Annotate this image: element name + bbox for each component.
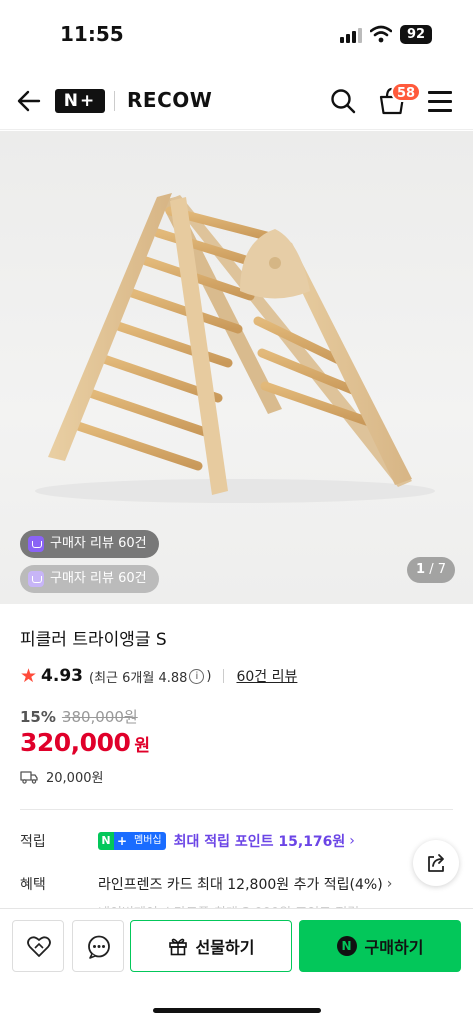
naver-pay-icon: N bbox=[336, 936, 357, 956]
rating-recent: (최근 6개월 4.88 bbox=[89, 670, 188, 686]
bottom-action-bar: 선물하기 N 구매하기 bbox=[0, 908, 473, 1024]
favorite-button[interactable] bbox=[12, 920, 64, 972]
rating-value: 4.93 bbox=[41, 666, 83, 686]
shopping-bag-icon bbox=[28, 571, 44, 587]
talk-button[interactable] bbox=[72, 920, 124, 972]
rating-divider bbox=[223, 669, 225, 683]
review-chip[interactable]: 구매자 리뷰 60건 bbox=[20, 530, 159, 558]
store-name[interactable]: RECOW bbox=[127, 88, 212, 112]
naver-plus-logo[interactable]: N+ bbox=[55, 89, 105, 113]
point-label: 적립 bbox=[20, 834, 46, 850]
shipping-row: 20,000원 bbox=[20, 767, 103, 786]
hamburger-menu-icon[interactable] bbox=[428, 90, 452, 112]
search-icon[interactable] bbox=[330, 88, 356, 114]
shopping-bag-icon bbox=[28, 536, 44, 552]
heart-icon bbox=[27, 936, 51, 957]
cart-count-badge: 58 bbox=[391, 82, 422, 102]
max-point-text[interactable]: 최대 적립 포인트 15,176원 bbox=[174, 831, 346, 851]
review-chip-label: 구매자 리뷰 60건 bbox=[50, 536, 147, 551]
star-icon: ★ bbox=[20, 665, 38, 687]
nav-bar: N+ RECOW 58 bbox=[0, 72, 473, 130]
membership-badge: N + 멤버십 bbox=[98, 832, 166, 850]
nav-divider bbox=[114, 91, 115, 111]
status-time: 11:55 bbox=[60, 22, 124, 46]
status-bar: 11:55 92 bbox=[0, 0, 473, 70]
discount-row: 15% 380,000원 bbox=[20, 706, 138, 727]
membership-n: N bbox=[98, 832, 114, 850]
gift-button[interactable]: 선물하기 bbox=[130, 920, 292, 972]
review-chip-label: 구매자 리뷰 60건 bbox=[50, 571, 147, 586]
shipping-fee: 20,000원 bbox=[46, 771, 104, 786]
buy-button[interactable]: N 구매하기 bbox=[299, 920, 461, 972]
gift-button-label: 선물하기 bbox=[195, 938, 255, 957]
back-arrow-icon[interactable] bbox=[16, 88, 42, 114]
discount-rate: 15% bbox=[20, 708, 56, 726]
image-page-indicator: 1 / 7 bbox=[407, 557, 455, 583]
share-button[interactable] bbox=[413, 840, 459, 886]
truck-icon bbox=[20, 770, 38, 784]
page-total: / 7 bbox=[429, 562, 446, 577]
benefit-label: 혜택 bbox=[20, 877, 46, 893]
signal-icon bbox=[340, 27, 362, 43]
original-price: 380,000원 bbox=[61, 708, 138, 726]
point-row[interactable]: 적립 N + 멤버십 최대 적립 포인트 15,176원 › bbox=[20, 831, 355, 851]
home-indicator bbox=[153, 1008, 321, 1013]
membership-plus: + bbox=[114, 832, 130, 850]
chevron-right-icon: › bbox=[386, 876, 393, 892]
rating-row: ★ 4.93 (최근 6개월 4.88 i ) 60건 리뷰 bbox=[20, 665, 297, 687]
price-row: 320,000 원 bbox=[20, 728, 150, 757]
membership-text: 멤버십 bbox=[130, 832, 166, 850]
product-title: 피클러 트라이앵글 S bbox=[20, 630, 167, 650]
sale-price: 320,000 bbox=[20, 728, 131, 757]
review-chip-faded[interactable]: 구매자 리뷰 60건 bbox=[20, 565, 159, 593]
buy-button-label: 구매하기 bbox=[364, 938, 424, 957]
battery-indicator: 92 bbox=[400, 25, 432, 44]
chevron-right-icon: › bbox=[349, 833, 355, 849]
product-image-carousel[interactable]: 구매자 리뷰 60건 구매자 리뷰 60건 1 / 7 bbox=[0, 131, 473, 604]
info-icon[interactable]: i bbox=[189, 668, 205, 684]
share-icon bbox=[428, 854, 444, 872]
review-count-link[interactable]: 60건 리뷰 bbox=[236, 666, 297, 686]
benefit-row[interactable]: 혜택 라인프렌즈 카드 최대 12,800원 추가 적립(4%) › bbox=[20, 874, 392, 894]
card-benefit-text[interactable]: 라인프렌즈 카드 최대 12,800원 추가 적립(4%) bbox=[98, 874, 383, 894]
section-divider bbox=[20, 809, 453, 810]
gift-icon bbox=[168, 938, 187, 956]
rating-recent-close: ) bbox=[206, 668, 212, 684]
price-unit: 원 bbox=[134, 736, 151, 756]
wifi-icon bbox=[370, 25, 392, 43]
chat-icon bbox=[88, 935, 110, 959]
page-current: 1 bbox=[416, 562, 426, 577]
